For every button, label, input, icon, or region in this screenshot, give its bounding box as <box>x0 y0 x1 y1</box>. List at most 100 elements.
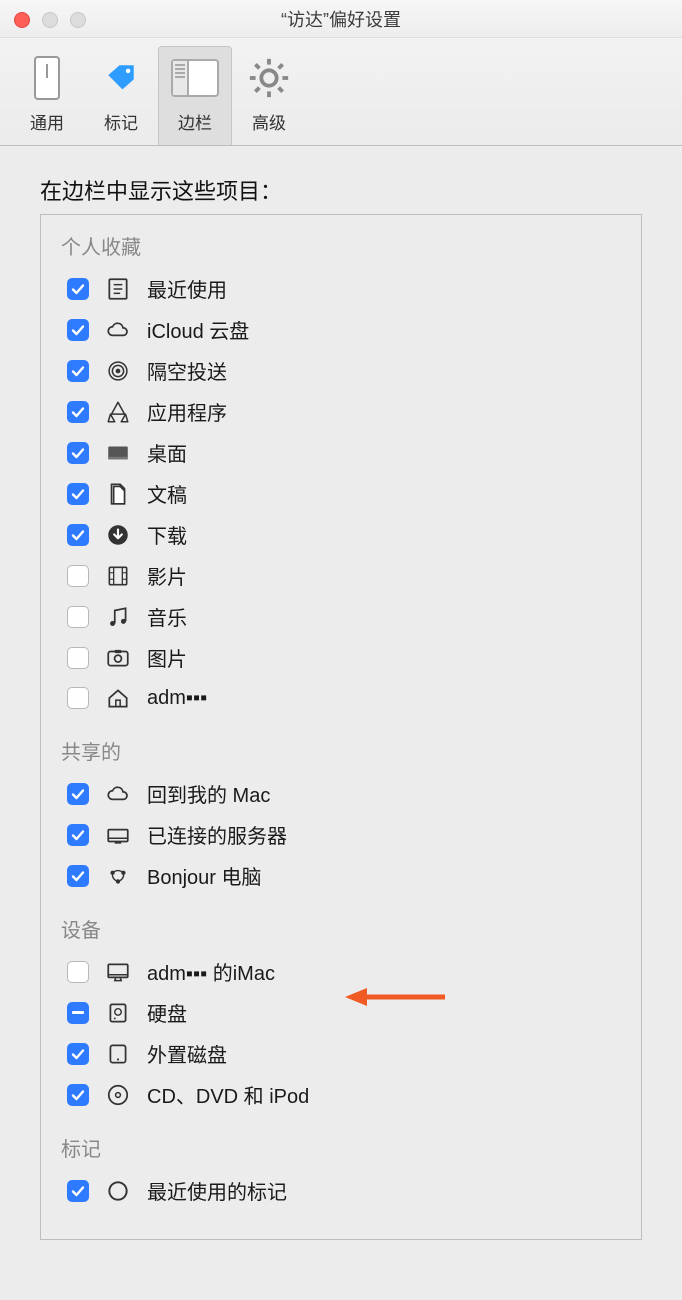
section-header-shared: 共享的 <box>61 736 621 765</box>
content: 在边栏中显示这些项目： 个人收藏 最近使用 iCloud 云盘 隔空投送 应用程… <box>0 146 682 1240</box>
sidebar-icon <box>168 51 222 105</box>
list-item: 下载 <box>61 514 621 555</box>
gear-icon <box>242 51 296 105</box>
item-label: 图片 <box>147 643 187 672</box>
section-header-favorites: 个人收藏 <box>61 231 621 260</box>
tab-sidebar-label: 边栏 <box>178 109 212 134</box>
documents-icon <box>103 480 133 508</box>
tag-icon <box>94 51 148 105</box>
zoom-window-button[interactable] <box>70 12 86 28</box>
checkbox-checked[interactable] <box>67 401 89 423</box>
cloud-icon <box>103 780 133 808</box>
minimize-window-button[interactable] <box>42 12 58 28</box>
checkbox-unchecked[interactable] <box>67 565 89 587</box>
switch-icon <box>20 51 74 105</box>
checkbox-checked[interactable] <box>67 442 89 464</box>
list-item: 音乐 <box>61 596 621 637</box>
pictures-icon <box>103 644 133 672</box>
item-label: 影片 <box>147 561 187 590</box>
list-item: iCloud 云盘 <box>61 309 621 350</box>
item-label: adm▪▪▪ 的iMac <box>147 957 275 986</box>
list-item: 影片 <box>61 555 621 596</box>
item-label: 最近使用的标记 <box>147 1176 287 1205</box>
toolbar: 通用 标记 边栏 高级 <box>0 38 682 146</box>
tagcircle-icon <box>103 1177 133 1205</box>
checkbox-mixed[interactable] <box>67 1002 89 1024</box>
section-header-devices: 设备 <box>61 914 621 943</box>
tab-tags[interactable]: 标记 <box>84 46 158 145</box>
downloads-icon <box>103 521 133 549</box>
list-item: CD、DVD 和 iPod <box>61 1074 621 1115</box>
item-label: 最近使用 <box>147 274 227 303</box>
item-label: 下载 <box>147 520 187 549</box>
list-item: 文稿 <box>61 473 621 514</box>
list-item: 图片 <box>61 637 621 678</box>
checkbox-unchecked[interactable] <box>67 687 89 709</box>
cloud-icon <box>103 316 133 344</box>
list-item: Bonjour 电脑 <box>61 855 621 896</box>
item-label: 文稿 <box>147 479 187 508</box>
home-icon <box>103 684 133 712</box>
item-label: 回到我的 Mac <box>147 779 270 808</box>
item-label: 桌面 <box>147 438 187 467</box>
apps-icon <box>103 398 133 426</box>
item-label: 隔空投送 <box>147 356 227 385</box>
tab-general-label: 通用 <box>30 109 64 134</box>
list-item: 已连接的服务器 <box>61 814 621 855</box>
item-label: iCloud 云盘 <box>147 315 249 344</box>
imac-icon <box>103 958 133 986</box>
list-item: 外置磁盘 <box>61 1033 621 1074</box>
tab-tags-label: 标记 <box>104 109 138 134</box>
list-item: 硬盘 <box>61 992 621 1033</box>
item-label: 硬盘 <box>147 998 187 1027</box>
tab-advanced-label: 高级 <box>252 109 286 134</box>
hdd-icon <box>103 999 133 1027</box>
list-item: adm▪▪▪ 的iMac <box>61 951 621 992</box>
tab-advanced[interactable]: 高级 <box>232 46 306 145</box>
desktop-icon <box>103 439 133 467</box>
checkbox-checked[interactable] <box>67 824 89 846</box>
close-window-button[interactable] <box>14 12 30 28</box>
checkbox-checked[interactable] <box>67 783 89 805</box>
item-label: 外置磁盘 <box>147 1039 227 1068</box>
window-title: “访达”偏好设置 <box>0 6 682 32</box>
checkbox-checked[interactable] <box>67 483 89 505</box>
tab-sidebar[interactable]: 边栏 <box>158 46 232 145</box>
checkbox-checked[interactable] <box>67 1084 89 1106</box>
movies-icon <box>103 562 133 590</box>
titlebar: “访达”偏好设置 <box>0 0 682 38</box>
list-item: 桌面 <box>61 432 621 473</box>
music-icon <box>103 603 133 631</box>
list-item: 隔空投送 <box>61 350 621 391</box>
list-item: 回到我的 Mac <box>61 773 621 814</box>
checkbox-checked[interactable] <box>67 278 89 300</box>
item-label: 已连接的服务器 <box>147 820 287 849</box>
list-item: 最近使用 <box>61 268 621 309</box>
content-header: 在边栏中显示这些项目： <box>40 174 642 206</box>
airdrop-icon <box>103 357 133 385</box>
tab-general[interactable]: 通用 <box>10 46 84 145</box>
item-label: CD、DVD 和 iPod <box>147 1080 309 1109</box>
cd-icon <box>103 1081 133 1109</box>
list-item: adm▪▪▪ <box>61 678 621 718</box>
checkbox-unchecked[interactable] <box>67 647 89 669</box>
recents-icon <box>103 275 133 303</box>
list-item: 应用程序 <box>61 391 621 432</box>
bonjour-icon <box>103 862 133 890</box>
sidebar-items-panel: 个人收藏 最近使用 iCloud 云盘 隔空投送 应用程序 桌面 文稿 下载 影… <box>40 214 642 1240</box>
section-header-tags: 标记 <box>61 1133 621 1162</box>
checkbox-checked[interactable] <box>67 1043 89 1065</box>
checkbox-unchecked[interactable] <box>67 961 89 983</box>
checkbox-checked[interactable] <box>67 524 89 546</box>
ext-icon <box>103 1040 133 1068</box>
checkbox-checked[interactable] <box>67 360 89 382</box>
list-item: 最近使用的标记 <box>61 1170 621 1211</box>
checkbox-checked[interactable] <box>67 319 89 341</box>
checkbox-unchecked[interactable] <box>67 606 89 628</box>
item-label: 音乐 <box>147 602 187 631</box>
item-label: 应用程序 <box>147 397 227 426</box>
checkbox-checked[interactable] <box>67 1180 89 1202</box>
item-label: Bonjour 电脑 <box>147 861 262 890</box>
checkbox-checked[interactable] <box>67 865 89 887</box>
server-icon <box>103 821 133 849</box>
